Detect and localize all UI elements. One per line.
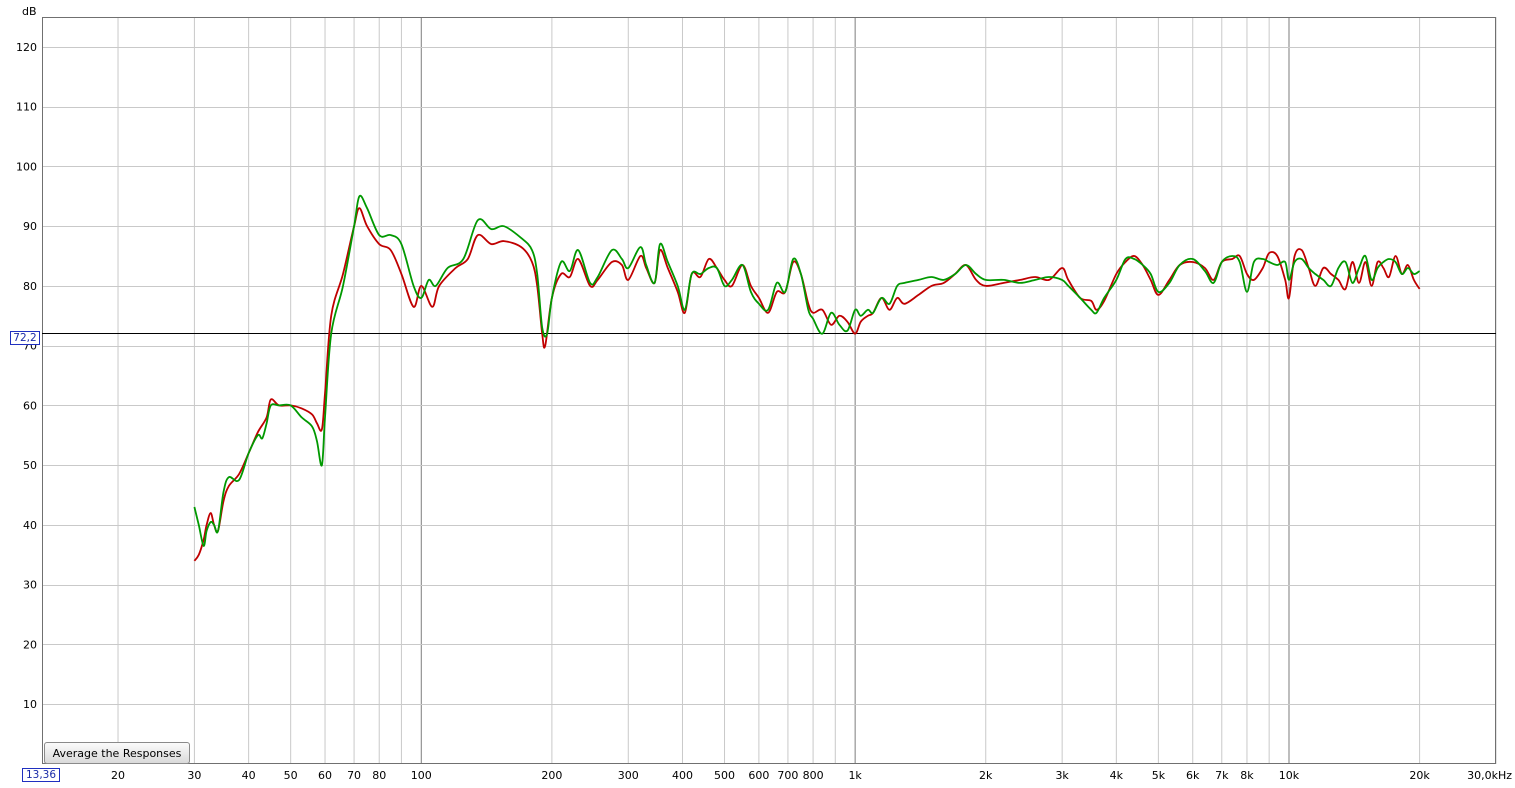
x-tick-label: 8k (1240, 769, 1254, 782)
y-tick-label: 10 (23, 698, 37, 711)
y-tick-label: 80 (23, 280, 37, 293)
x-tick-label: 40 (242, 769, 256, 782)
x-tick-label: 30,0kHz (1467, 769, 1512, 782)
x-tick-label: 70 (347, 769, 361, 782)
x-tick-label: 1k (848, 769, 862, 782)
x-tick-label: 2k (979, 769, 993, 782)
x-tick-label: 500 (714, 769, 735, 782)
x-tick-label: 700 (777, 769, 798, 782)
series-layer (193, 194, 1421, 562)
y-tick-label: 40 (23, 519, 37, 532)
x-tick-label: 60 (318, 769, 332, 782)
y-tick-label: 110 (16, 101, 37, 114)
y-tick-label: 90 (23, 220, 37, 233)
x-tick-label: 200 (541, 769, 562, 782)
y-tick-label: 20 (23, 638, 37, 651)
y-tick-label: 120 (16, 41, 37, 54)
x-tick-label: 800 (803, 769, 824, 782)
x-tick-label: 5k (1152, 769, 1166, 782)
x-tick-label: 10k (1279, 769, 1300, 782)
y-tick-label: 60 (23, 399, 37, 412)
x-tick-label: 20 (111, 769, 125, 782)
x-tick-label: 300 (618, 769, 639, 782)
x-tick-label: 100 (411, 769, 432, 782)
grid-lines (42, 17, 1497, 764)
plot-frame (42, 17, 1496, 764)
x-tick-label: 3k (1055, 769, 1069, 782)
x-axis-ticks: 20 30 40 50 60 70 80 100 200 300 400 500 600 700 800 1k… (111, 769, 1512, 782)
y-tick-label: 100 (16, 160, 37, 173)
plot-border (42, 17, 1496, 764)
x-tick-label: 600 (748, 769, 769, 782)
y-axis-label: dB (22, 5, 37, 18)
y-tick-label: 30 (23, 579, 37, 592)
series-line-2 (193, 194, 1421, 547)
y-axis-ticks: 102030405060708090100110120 (16, 41, 37, 711)
x-tick-label: 400 (672, 769, 693, 782)
average-responses-button[interactable]: Average the Responses (44, 742, 190, 764)
x-cursor-readout: 13,36 (22, 768, 60, 782)
series-line-1 (193, 207, 1421, 562)
x-tick-label: 30 (187, 769, 201, 782)
x-tick-label: 80 (372, 769, 386, 782)
x-tick-label: 6k (1186, 769, 1200, 782)
y-cursor-readout: 72,2 (10, 331, 40, 345)
x-tick-label: 7k (1215, 769, 1229, 782)
x-tick-label: 4k (1110, 769, 1124, 782)
x-tick-label: 50 (284, 769, 298, 782)
y-tick-label: 50 (23, 459, 37, 472)
frequency-response-chart[interactable]: 10 20 30 40 50 60 70 80 90 100 110 120 20 30 40 50 60 70… (0, 0, 1515, 788)
x-tick-label: 20k (1409, 769, 1430, 782)
